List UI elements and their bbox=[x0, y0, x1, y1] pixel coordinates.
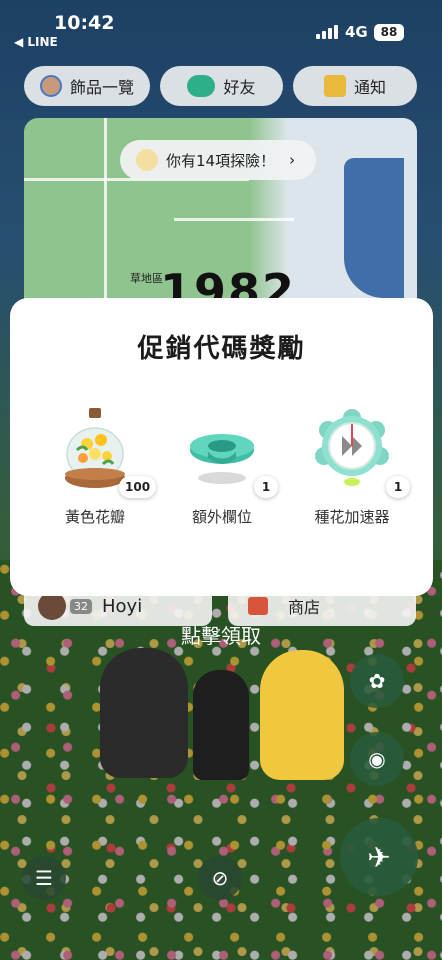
reward-label: 黃色花瓣 bbox=[64, 508, 125, 526]
battery-icon: 88 bbox=[374, 24, 404, 41]
extra-slot-pot-icon bbox=[190, 434, 254, 484]
shop-icon bbox=[248, 597, 268, 615]
accessories-label: 飾品一覽 bbox=[69, 78, 134, 97]
map-water bbox=[344, 158, 404, 298]
top-buttons: 飾品一覽 好友 通知 bbox=[24, 66, 418, 106]
menu-button[interactable]: ☰ bbox=[22, 856, 66, 900]
notifications-button[interactable]: 通知 bbox=[293, 66, 417, 106]
reward-item: 100 黃色花瓣 bbox=[35, 406, 157, 536]
status-time: 10:42 bbox=[54, 12, 115, 34]
promo-reward-modal[interactable]: 促銷代碼獎勵 100 黃色花瓣 1 額外欄位 1 種花加速器 bbox=[10, 298, 433, 596]
hamburger-icon: ☰ bbox=[35, 866, 53, 890]
flower-accelerator-clock-icon bbox=[315, 409, 389, 486]
modal-title: 促銷代碼獎勵 bbox=[137, 334, 306, 364]
reward-count-badge: 1 bbox=[254, 476, 278, 498]
friends-icon bbox=[187, 75, 216, 97]
reward-count-badge: 100 bbox=[119, 476, 157, 498]
flower-icon: ✿ bbox=[368, 669, 386, 693]
profile-name: Hoyi bbox=[102, 595, 143, 617]
friends-label: 好友 bbox=[223, 78, 256, 97]
signal-icon bbox=[316, 25, 338, 39]
reward-count-badge: 1 bbox=[386, 476, 410, 498]
character-avatar[interactable] bbox=[193, 670, 249, 780]
compass-icon: ⊘ bbox=[211, 866, 229, 890]
map-road bbox=[174, 218, 294, 221]
whistle-button[interactable]: ✈ bbox=[340, 818, 418, 896]
accessory-avatar-icon bbox=[39, 75, 62, 97]
reward-label: 種花加速器 bbox=[314, 508, 390, 526]
adventure-button[interactable]: 你有14項探險！ › bbox=[120, 140, 316, 180]
chick-icon bbox=[136, 149, 158, 171]
level-badge: 32 bbox=[70, 598, 92, 614]
reward-item: 1 額外欄位 bbox=[162, 406, 282, 536]
accessories-button[interactable]: 飾品一覽 bbox=[24, 66, 150, 106]
back-to-line-link[interactable]: ◀ LINE bbox=[14, 35, 58, 49]
character-black-costume[interactable] bbox=[100, 648, 188, 778]
flower-button[interactable]: ✿ bbox=[350, 654, 404, 708]
map-place-label: 草地區 bbox=[130, 272, 163, 285]
reward-label: 額外欄位 bbox=[191, 508, 252, 526]
status-bar: 10:42 ◀ LINE 4G 88 bbox=[0, 0, 442, 56]
tap-to-claim-text[interactable]: 點擊領取 bbox=[0, 620, 442, 649]
chevron-right-icon: › bbox=[289, 151, 296, 169]
megaphone-icon bbox=[323, 75, 346, 97]
planter-icon: ◉ bbox=[368, 747, 386, 771]
avatar bbox=[38, 592, 66, 620]
planter-button[interactable]: ◉ bbox=[350, 732, 404, 786]
adventure-text: 你有14項探險！ bbox=[166, 151, 276, 170]
friends-button[interactable]: 好友 bbox=[160, 66, 283, 106]
character-yellow-costume[interactable] bbox=[260, 650, 344, 780]
compass-button[interactable]: ⊘ bbox=[198, 856, 242, 900]
reward-item: 1 種花加速器 bbox=[292, 406, 412, 536]
notifications-label: 通知 bbox=[353, 78, 386, 97]
whistle-icon: ✈ bbox=[367, 840, 391, 874]
shop-label: 商店 bbox=[288, 598, 321, 617]
network-type: 4G bbox=[345, 23, 368, 41]
